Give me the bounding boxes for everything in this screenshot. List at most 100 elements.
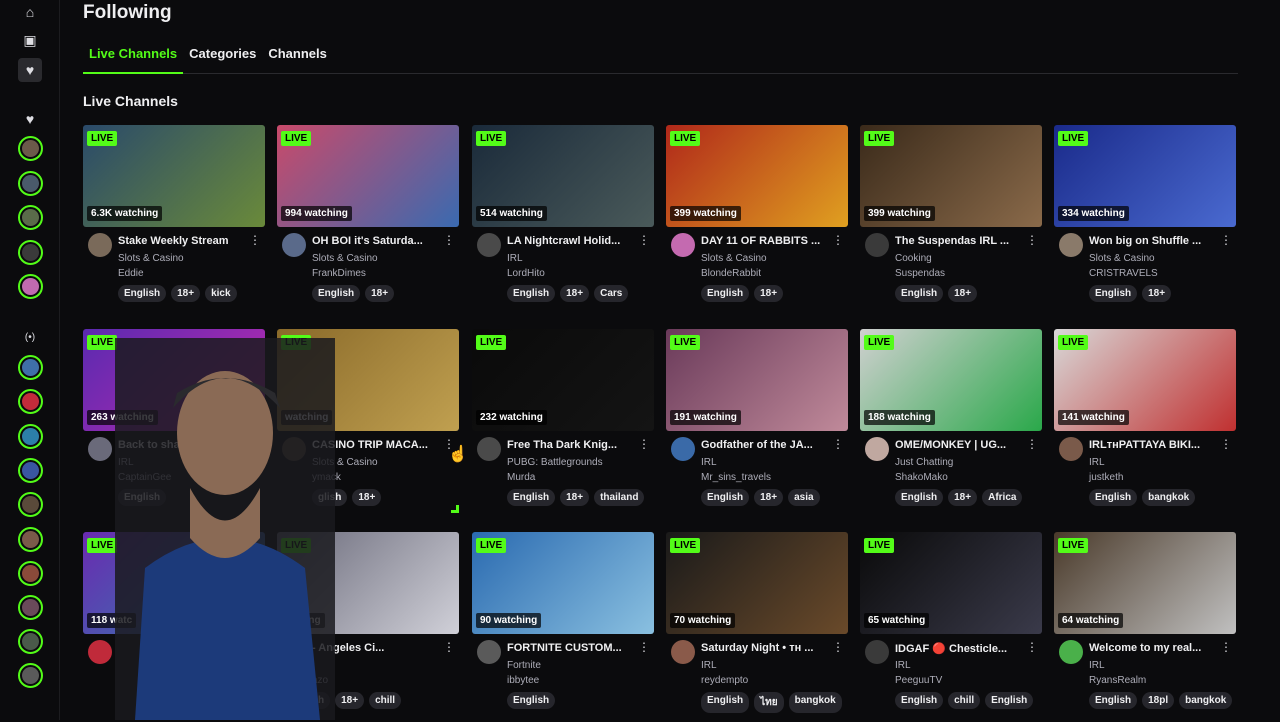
channel-name[interactable]: PeeguuTV bbox=[895, 675, 942, 686]
stream-card[interactable]: LIVE 141 watching IRLтнPATTAYA BIKI... ⋮ IRL… bbox=[1054, 329, 1236, 519]
tab-channels[interactable]: Channels bbox=[262, 44, 333, 74]
stream-card[interactable]: LIVE 90 watching FORTNITE CUSTOM... ⋮ Fortni… bbox=[472, 532, 654, 722]
tab-categories[interactable]: Categories bbox=[183, 44, 262, 74]
stream-card[interactable]: LIVE 994 watching OH BOI it's Saturda... ⋮ S… bbox=[277, 125, 459, 315]
channel-name[interactable]: ibbytee bbox=[507, 675, 539, 686]
channel-avatar[interactable] bbox=[1059, 233, 1083, 257]
stream-category[interactable]: IRL bbox=[701, 457, 717, 468]
stream-thumbnail[interactable]: LIVE 188 watching bbox=[860, 329, 1042, 431]
more-options-icon[interactable]: ⋮ bbox=[1026, 437, 1038, 453]
tag-pill[interactable]: 18+ bbox=[754, 285, 784, 302]
stream-card[interactable]: LIVE 399 watching DAY 11 OF RABBITS ... ⋮ Sl… bbox=[666, 125, 848, 315]
tag-pill[interactable]: English bbox=[118, 285, 167, 302]
sidebar-channel-avatar[interactable] bbox=[18, 458, 43, 483]
stream-title[interactable]: DAY 11 OF RABBITS ... bbox=[701, 235, 831, 247]
channel-avatar[interactable] bbox=[88, 640, 112, 664]
channel-avatar[interactable] bbox=[88, 437, 112, 461]
stream-category[interactable]: IRL bbox=[895, 660, 911, 671]
stream-category[interactable]: IRL bbox=[1089, 660, 1105, 671]
tag-pill[interactable]: English bbox=[895, 489, 944, 506]
stream-card[interactable]: LIVE 334 watching Won big on Shuffle ... ⋮ S… bbox=[1054, 125, 1236, 315]
stream-category[interactable]: IRL bbox=[1089, 457, 1105, 468]
sidebar-channel-avatar[interactable] bbox=[18, 629, 43, 654]
more-options-icon[interactable]: ⋮ bbox=[1220, 437, 1232, 453]
channel-name[interactable]: justketh bbox=[1089, 472, 1123, 483]
channel-avatar[interactable] bbox=[671, 640, 695, 664]
stream-title[interactable]: IDGAF 🔴 Chesticle... bbox=[895, 642, 1025, 655]
stream-title[interactable]: Godfather of the JA... bbox=[701, 439, 831, 451]
sidebar-channel-avatar[interactable] bbox=[18, 355, 43, 380]
stream-category[interactable]: PUBG: Battlegrounds bbox=[507, 457, 603, 468]
more-options-icon[interactable]: ⋮ bbox=[832, 437, 844, 453]
sidebar-channel-avatar[interactable] bbox=[18, 492, 43, 517]
stream-category[interactable]: Slots & Casino bbox=[118, 253, 184, 264]
channel-name[interactable]: Eddie bbox=[118, 268, 144, 279]
stream-card[interactable]: LIVE 70 watching Saturday Night • тн ... ⋮ I… bbox=[666, 532, 848, 722]
channel-avatar[interactable] bbox=[865, 233, 889, 257]
stream-title[interactable]: Free Tha Dark Knig... bbox=[507, 439, 637, 451]
stream-card[interactable]: LIVE 399 watching The Suspendas IRL ... ⋮ Co… bbox=[860, 125, 1042, 315]
more-options-icon[interactable]: ⋮ bbox=[443, 233, 455, 249]
sidebar-channel-avatar[interactable] bbox=[18, 663, 43, 688]
stream-card[interactable]: LIVE 6.3K watching Stake Weekly Stream ⋮ Slo… bbox=[83, 125, 265, 315]
tag-pill[interactable]: English bbox=[895, 692, 944, 709]
more-options-icon[interactable]: ⋮ bbox=[832, 233, 844, 249]
tag-pill[interactable]: English bbox=[1089, 489, 1138, 506]
tag-pill[interactable]: 18+ bbox=[754, 489, 784, 506]
tag-pill[interactable]: Cars bbox=[594, 285, 629, 302]
channel-name[interactable]: Suspendas bbox=[895, 268, 945, 279]
stream-title[interactable]: LA Nightcrawl Holid... bbox=[507, 235, 637, 247]
sidebar-channel-avatar[interactable] bbox=[18, 240, 43, 265]
browse-icon[interactable]: ▣ bbox=[18, 28, 42, 52]
tag-pill[interactable]: Africa bbox=[982, 489, 1023, 506]
channel-name[interactable]: BlondeRabbit bbox=[701, 268, 761, 279]
tag-pill[interactable]: English bbox=[701, 285, 750, 302]
tag-pill[interactable]: English bbox=[312, 285, 361, 302]
channel-avatar[interactable] bbox=[282, 233, 306, 257]
channel-name[interactable]: ShakoMako bbox=[895, 472, 948, 483]
stream-title[interactable]: IRLтнPATTAYA BIKI... bbox=[1089, 439, 1219, 451]
tag-pill[interactable]: 18+ bbox=[1142, 285, 1172, 302]
sidebar-channel-avatar[interactable] bbox=[18, 595, 43, 620]
stream-title[interactable]: Saturday Night • тн ... bbox=[701, 642, 831, 654]
sidebar-channel-avatar[interactable] bbox=[18, 171, 43, 196]
channel-name[interactable]: reydempto bbox=[701, 675, 748, 686]
channel-name[interactable]: Mr_sins_travels bbox=[701, 472, 771, 483]
stream-thumbnail[interactable]: LIVE 65 watching bbox=[860, 532, 1042, 634]
stream-thumbnail[interactable]: LIVE 64 watching bbox=[1054, 532, 1236, 634]
tag-pill[interactable]: thailand bbox=[594, 489, 645, 506]
tag-pill[interactable]: asia bbox=[788, 489, 820, 506]
stream-title[interactable]: Welcome to my real... bbox=[1089, 642, 1219, 654]
sidebar-channel-avatar[interactable] bbox=[18, 389, 43, 414]
stream-thumbnail[interactable]: LIVE 514 watching bbox=[472, 125, 654, 227]
stream-title[interactable]: FORTNITE CUSTOM... bbox=[507, 642, 637, 654]
stream-card[interactable]: LIVE 64 watching Welcome to my real... ⋮ IRL… bbox=[1054, 532, 1236, 722]
more-options-icon[interactable]: ⋮ bbox=[638, 233, 650, 249]
more-options-icon[interactable]: ⋮ bbox=[638, 640, 650, 656]
tag-pill[interactable]: bangkok bbox=[788, 692, 842, 713]
more-options-icon[interactable]: ⋮ bbox=[249, 233, 261, 249]
stream-thumbnail[interactable]: LIVE 6.3K watching bbox=[83, 125, 265, 227]
stream-title[interactable]: The Suspendas IRL ... bbox=[895, 235, 1025, 247]
more-options-icon[interactable]: ⋮ bbox=[1220, 640, 1232, 656]
tag-pill[interactable]: 18+ bbox=[948, 489, 978, 506]
stream-card[interactable]: LIVE 191 watching Godfather of the JA... ⋮ I… bbox=[666, 329, 848, 519]
tag-pill[interactable]: 18pl bbox=[1142, 692, 1175, 709]
more-options-icon[interactable]: ⋮ bbox=[1026, 233, 1038, 249]
tag-pill[interactable]: English bbox=[507, 285, 556, 302]
channel-name[interactable]: LordHito bbox=[507, 268, 545, 279]
home-icon[interactable]: ⌂ bbox=[18, 0, 42, 24]
stream-thumbnail[interactable]: LIVE 90 watching bbox=[472, 532, 654, 634]
sidebar-channel-avatar[interactable] bbox=[18, 205, 43, 230]
stream-title[interactable]: Won big on Shuffle ... bbox=[1089, 235, 1219, 247]
stream-card[interactable]: LIVE 514 watching LA Nightcrawl Holid... ⋮ I… bbox=[472, 125, 654, 315]
tag-pill[interactable]: English bbox=[1089, 285, 1138, 302]
channel-avatar[interactable] bbox=[865, 640, 889, 664]
stream-category[interactable]: Slots & Casino bbox=[701, 253, 767, 264]
tag-pill[interactable]: 18+ bbox=[560, 285, 590, 302]
channel-avatar[interactable] bbox=[671, 233, 695, 257]
more-options-icon[interactable]: ⋮ bbox=[1026, 640, 1038, 656]
sidebar-channel-avatar[interactable] bbox=[18, 136, 43, 161]
tag-pill[interactable]: chill bbox=[948, 692, 981, 709]
tag-pill[interactable]: English bbox=[701, 489, 750, 506]
